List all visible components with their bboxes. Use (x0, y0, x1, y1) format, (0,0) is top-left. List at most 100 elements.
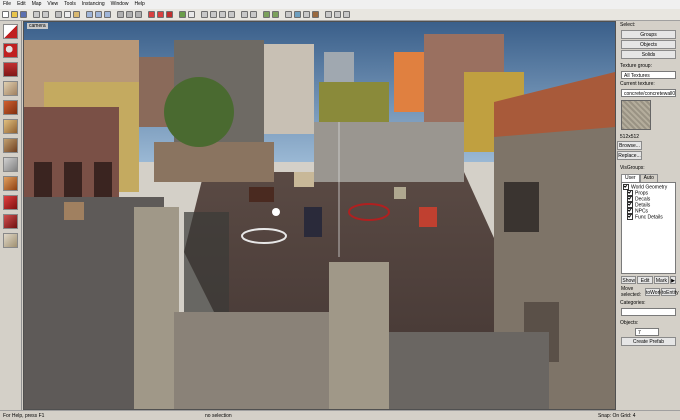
select-header: Select: (620, 22, 636, 28)
hollow-icon[interactable] (157, 11, 164, 18)
visgroup-tabs: User Auto (621, 174, 676, 182)
texture-tool-icon[interactable] (3, 119, 18, 134)
menu-edit[interactable]: Edit (14, 0, 29, 9)
vertex-tool-icon[interactable] (3, 214, 18, 229)
align-bottom-icon[interactable] (228, 11, 235, 18)
to-world-button[interactable]: toWorld (645, 288, 663, 296)
gate (184, 212, 229, 312)
menu-window[interactable]: Window (108, 0, 132, 9)
menu-help[interactable]: Help (131, 0, 147, 9)
main-toolbar (0, 9, 680, 21)
camera-view-icon[interactable] (294, 11, 301, 18)
status-bar: For Help, press F1 no selection Snap: On… (0, 410, 680, 420)
copy-icon[interactable] (64, 11, 71, 18)
group-icon[interactable] (117, 11, 124, 18)
path-tool-icon[interactable] (3, 233, 18, 248)
walkway-wall-left (134, 207, 179, 409)
to-entity-button[interactable]: toEntity (661, 288, 679, 296)
align-right-icon[interactable] (210, 11, 217, 18)
flip-h-icon[interactable] (241, 11, 248, 18)
menu-bar: File Edit Map View Tools Instancing Wind… (0, 0, 680, 9)
hide-icon[interactable] (135, 11, 142, 18)
wireframe-icon[interactable] (303, 11, 310, 18)
save-file-icon[interactable] (20, 11, 27, 18)
menu-file[interactable]: File (0, 0, 14, 9)
camera-tool-icon[interactable] (3, 62, 18, 77)
edit-button[interactable]: Edit (637, 276, 653, 284)
pointer-tool-icon[interactable] (3, 24, 18, 39)
select-objects-button[interactable]: Objects (621, 40, 676, 49)
flip-v-icon[interactable] (250, 11, 257, 18)
check-problems-icon[interactable] (343, 11, 350, 18)
selection-icon[interactable] (285, 11, 292, 18)
magnify-tool-icon[interactable] (3, 43, 18, 58)
menu-view[interactable]: View (44, 0, 61, 9)
replace-button[interactable]: Replace... (617, 151, 642, 160)
run-map-icon[interactable] (179, 11, 186, 18)
texture-scale-icon[interactable] (272, 11, 279, 18)
decal-tool-icon[interactable] (3, 157, 18, 172)
level-scene[interactable] (24, 22, 615, 409)
browse-button[interactable]: Browse... (617, 141, 642, 150)
menu-instancing[interactable]: Instancing (79, 0, 108, 9)
lower-floor (389, 332, 549, 409)
visgroup-item[interactable]: Func Details (623, 214, 674, 220)
entity-tool-icon[interactable] (3, 81, 18, 96)
visgroup-list[interactable]: World Geometry Props Decals Details NPCs… (621, 182, 676, 274)
compile-icon[interactable] (188, 11, 195, 18)
texture-preview-row: 512x512 Browse... Replace... (617, 98, 680, 161)
textured-icon[interactable] (312, 11, 319, 18)
mark-button[interactable]: Mark (653, 276, 670, 284)
current-texture-label: Current texture: (620, 81, 655, 87)
block-tool-icon[interactable] (3, 100, 18, 115)
checkbox-icon[interactable] (627, 214, 633, 220)
align-top-icon[interactable] (219, 11, 226, 18)
apply-texture-icon[interactable] (3, 138, 18, 153)
menu-tools[interactable]: Tools (61, 0, 79, 9)
move-selected-row: Move selected: toWorld toEntity (621, 286, 679, 298)
new-file-icon[interactable] (2, 11, 9, 18)
light-marker (272, 208, 280, 216)
create-prefab-button[interactable]: Create Prefab (621, 337, 676, 346)
redo-icon[interactable] (42, 11, 49, 18)
select-groups-button[interactable]: Groups (621, 30, 676, 39)
portal-icon[interactable] (325, 11, 332, 18)
undo-icon[interactable] (33, 11, 40, 18)
tree (164, 77, 234, 147)
3d-camera-viewport[interactable]: camera (23, 21, 616, 410)
grid-toggle-icon[interactable] (86, 11, 93, 18)
paste-icon[interactable] (73, 11, 80, 18)
open-file-icon[interactable] (11, 11, 18, 18)
tab-auto[interactable]: Auto (639, 174, 658, 182)
far-building-3 (264, 44, 314, 134)
vending-stand (419, 207, 437, 227)
carve-icon[interactable] (148, 11, 155, 18)
current-texture-select[interactable]: concrete/concretewall009a (621, 89, 676, 97)
cut-icon[interactable] (55, 11, 62, 18)
crate (294, 172, 314, 187)
objects-select[interactable]: 7 (635, 328, 659, 336)
status-snap: Snap: On Grid: 4 (598, 413, 636, 419)
select-solids-button[interactable]: Solids (621, 50, 676, 59)
overlay-tool-icon[interactable] (3, 176, 18, 191)
show-button[interactable]: Show (621, 276, 637, 284)
move-selected-label: Move selected: (621, 286, 642, 298)
crate-3 (64, 202, 84, 220)
grid-larger-icon[interactable] (104, 11, 111, 18)
status-help: For Help, press F1 (3, 413, 45, 419)
entity-report-icon[interactable] (334, 11, 341, 18)
tab-user[interactable]: User (621, 174, 640, 182)
clip-icon[interactable] (166, 11, 173, 18)
ungroup-icon[interactable] (126, 11, 133, 18)
categories-select[interactable] (621, 308, 676, 316)
menu-map[interactable]: Map (29, 0, 45, 9)
texture-group-select[interactable]: All Textures (621, 71, 676, 79)
wooden-fence (154, 142, 274, 182)
texture-lock-icon[interactable] (263, 11, 270, 18)
tool-panel: Select: Groups Objects Solids Texture gr… (617, 21, 680, 410)
align-left-icon[interactable] (201, 11, 208, 18)
clipping-tool-icon[interactable] (3, 195, 18, 210)
courtyard-wall (314, 122, 464, 182)
play-icon[interactable]: ▶ (670, 276, 676, 284)
grid-smaller-icon[interactable] (95, 11, 102, 18)
